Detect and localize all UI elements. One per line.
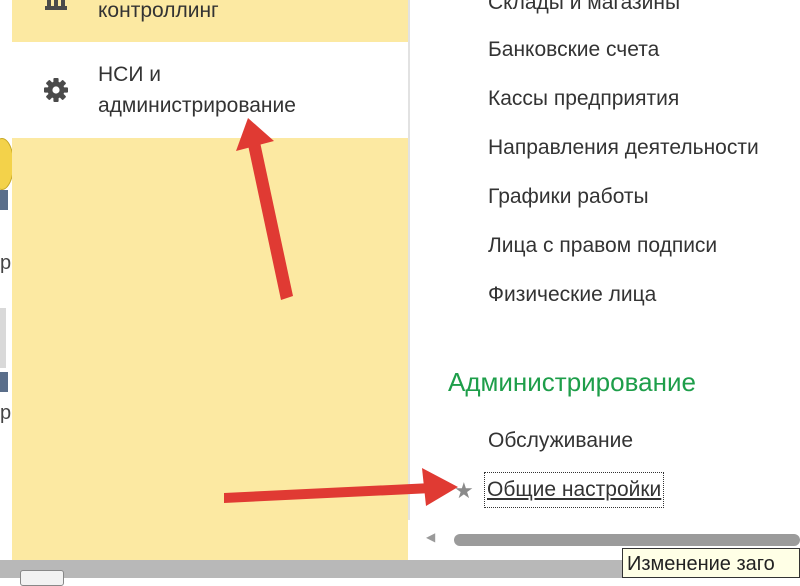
circle-icon: [0, 138, 12, 190]
sidebar-item-label-line1: НСИ и: [98, 63, 161, 86]
left-fragment-text-2: р: [0, 402, 12, 424]
sidebar-item-controlling[interactable]: контроллинг: [12, 0, 408, 42]
building-icon: [45, 0, 67, 10]
section-title-administration: Администрирование: [448, 367, 696, 397]
link-warehouses[interactable]: Склады и магазины: [488, 0, 680, 18]
sections-sidebar: контроллинг НСИ и администрирование: [12, 0, 408, 560]
link-cash-desks[interactable]: Кассы предприятия: [488, 84, 679, 114]
bottom-button[interactable]: [20, 570, 64, 586]
link-business-directions[interactable]: Направления деятельности: [488, 133, 759, 163]
window-icon: [0, 190, 8, 210]
sidebar-item-label-line2: администрирование: [98, 94, 296, 117]
horizontal-scrollbar[interactable]: ◀: [410, 528, 800, 550]
link-work-schedules[interactable]: Графики работы: [488, 182, 649, 212]
link-bank-accounts[interactable]: Банковские счета: [488, 35, 659, 65]
link-maintenance[interactable]: Обслуживание: [488, 426, 633, 456]
left-edge-fragment: р р: [0, 0, 12, 560]
link-general-settings[interactable]: Общие настройки: [484, 472, 665, 508]
star-icon[interactable]: ★: [454, 476, 474, 506]
gear-icon: [44, 78, 68, 102]
left-fragment-text: р: [0, 252, 12, 274]
sidebar-item-label: контроллинг: [98, 0, 219, 22]
tooltip: Изменение заго: [622, 548, 800, 578]
scroll-left-icon[interactable]: ◀: [426, 530, 435, 544]
link-individuals[interactable]: Физические лица: [488, 280, 656, 310]
sidebar-item-nsi-admin[interactable]: НСИ и администрирование: [12, 42, 408, 138]
section-content: Склады и магазины Банковские счета Кассы…: [410, 0, 800, 530]
scrollbar-thumb[interactable]: [454, 534, 800, 546]
window-icon: [0, 372, 8, 392]
link-signatories[interactable]: Лица с правом подписи: [488, 231, 717, 261]
panel-edge: [0, 308, 6, 368]
